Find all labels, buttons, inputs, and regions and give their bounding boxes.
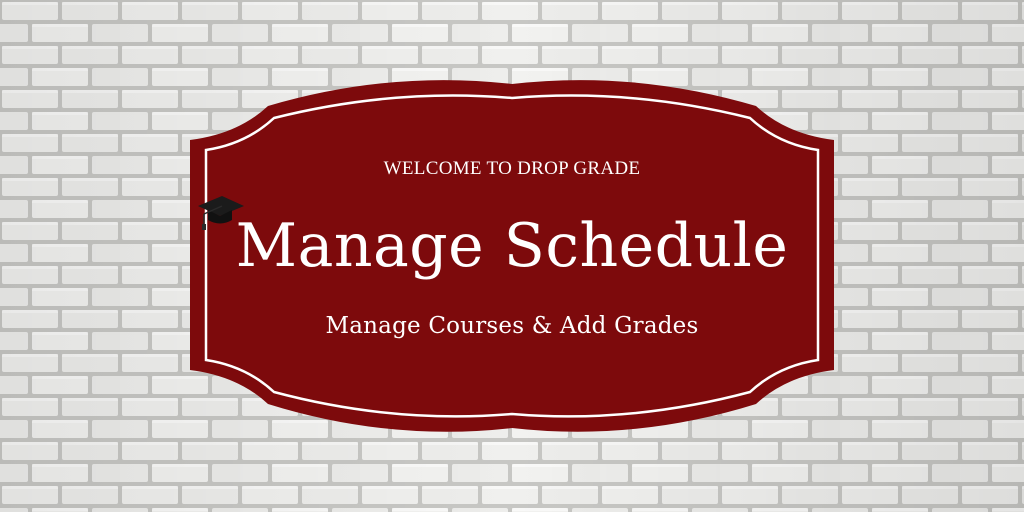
- page-title: Manage Schedule: [235, 211, 789, 281]
- welcome-kicker: WELCOME TO DROP GRADE: [383, 158, 641, 179]
- page-subtitle: Manage Courses & Add Grades: [325, 313, 699, 339]
